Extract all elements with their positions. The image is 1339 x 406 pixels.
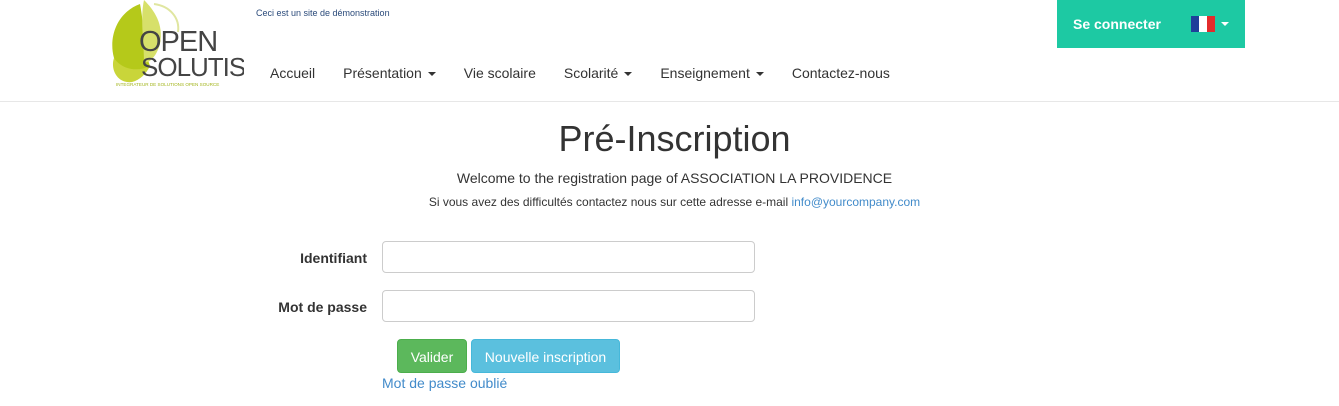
contact-text: Si vous avez des difficultés contactez n… <box>428 195 789 209</box>
main-nav: Accueil Présentation Vie scolaire Scolar… <box>256 60 904 86</box>
nav-item-vie-scolaire[interactable]: Vie scolaire <box>450 60 550 86</box>
caret-down-icon <box>755 72 764 77</box>
nav-item-contact[interactable]: Contactez-nous <box>778 60 904 86</box>
nav-item-presentation[interactable]: Présentation <box>329 60 450 86</box>
identifiant-label: Identifiant <box>300 250 367 266</box>
contact-line: Si vous avez des difficultés contactez n… <box>0 195 1339 209</box>
nav-item-enseignement[interactable]: Enseignement <box>646 60 778 86</box>
caret-down-icon <box>624 72 633 77</box>
caret-down-icon <box>427 72 436 77</box>
validate-button[interactable]: Valider <box>397 339 467 373</box>
open-solutis-logo[interactable]: OPEN SOLUTIS INTEGRATEUR DE SOLUTIONS OP… <box>104 0 247 92</box>
nav-item-label: Scolarité <box>563 65 619 81</box>
nav-item-scolarite[interactable]: Scolarité <box>550 60 646 86</box>
login-button[interactable]: Se connecter <box>1073 16 1161 32</box>
nav-item-label: Présentation <box>343 65 422 81</box>
demo-notice: Ceci est un site de démonstration <box>256 8 390 18</box>
site-header: OPEN SOLUTIS INTEGRATEUR DE SOLUTIONS OP… <box>0 0 1339 102</box>
page-title: Pré-Inscription <box>558 118 791 159</box>
new-registration-button[interactable]: Nouvelle inscription <box>471 339 620 373</box>
butterfly-logo-icon: OPEN SOLUTIS INTEGRATEUR DE SOLUTIONS OP… <box>112 0 247 87</box>
logo-tagline: INTEGRATEUR DE SOLUTIONS OPEN SOURCE <box>116 82 219 87</box>
logo-text-solutis: SOLUTIS <box>141 52 244 82</box>
nav-item-label: Enseignement <box>660 65 750 81</box>
password-label: Mot de passe <box>278 299 367 315</box>
nav-item-label: Accueil <box>270 65 316 81</box>
nav-item-label: Vie scolaire <box>463 65 536 81</box>
flag-fr-icon <box>1191 16 1215 32</box>
welcome-message: Welcome to the registration page of ASSO… <box>456 170 893 186</box>
nav-item-label: Contactez-nous <box>791 65 890 81</box>
password-input[interactable] <box>382 290 755 322</box>
caret-down-icon <box>1221 22 1229 26</box>
identifiant-input[interactable] <box>382 241 755 273</box>
forgot-password-link[interactable]: Mot de passe oublié <box>382 375 507 391</box>
login-area: Se connecter <box>1057 0 1245 48</box>
contact-email-link[interactable]: info@yourcompany.com <box>791 195 920 209</box>
nav-item-accueil[interactable]: Accueil <box>256 60 329 86</box>
language-selector[interactable] <box>1191 16 1229 32</box>
